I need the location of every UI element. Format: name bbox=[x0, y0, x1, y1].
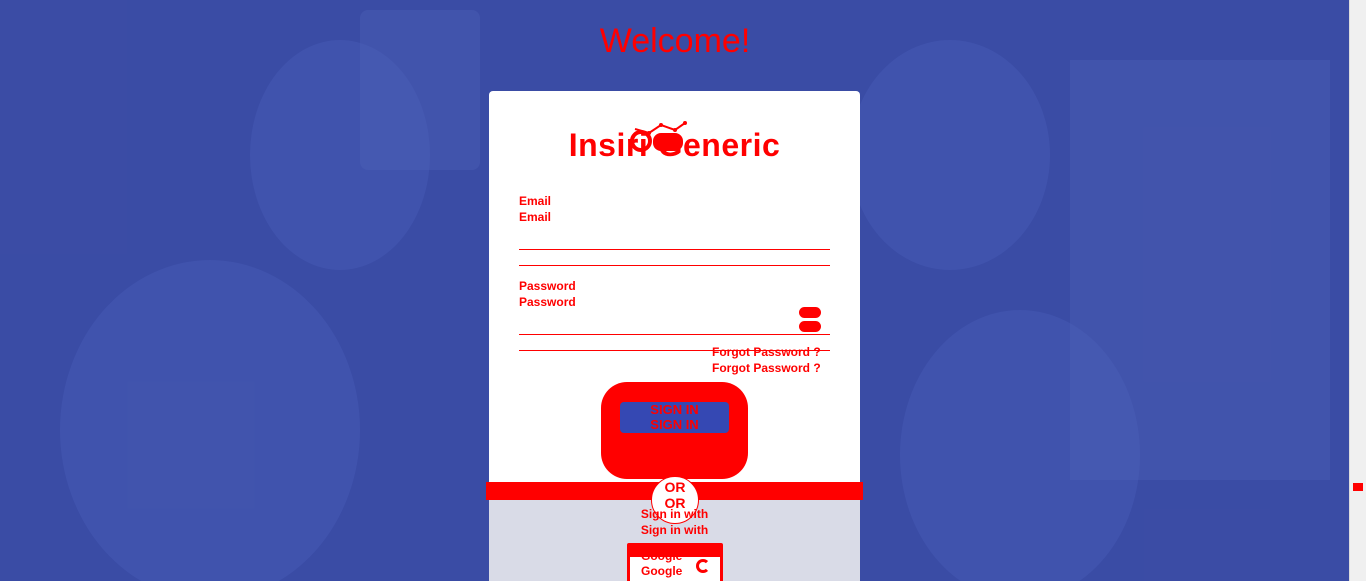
welcome-heading: Welcome! bbox=[599, 22, 751, 60]
forgot-password-link-duplicate[interactable]: Forgot Password ? bbox=[712, 360, 821, 376]
sign-in-button-wrapper[interactable]: SIGN IN SIGN IN bbox=[601, 382, 748, 479]
sign-in-button[interactable]: SIGN IN SIGN IN bbox=[620, 402, 729, 433]
email-input[interactable] bbox=[519, 231, 830, 250]
sign-in-with-label: Sign in with bbox=[640, 507, 709, 521]
sign-in-with-label-duplicate: Sign in with bbox=[640, 523, 709, 537]
scrollbar-thumb[interactable] bbox=[1353, 483, 1363, 491]
google-g-icon bbox=[696, 559, 710, 573]
email-label: Email bbox=[519, 194, 552, 208]
sign-in-label: SIGN IN bbox=[650, 402, 699, 417]
login-page: Welcome! Insiri Generic Email Email Pass… bbox=[0, 0, 1366, 581]
google-button-face[interactable]: Google Google bbox=[630, 549, 720, 581]
forgot-password-link[interactable]: Forgot Password ? bbox=[712, 344, 821, 360]
background-person-3 bbox=[850, 40, 1050, 270]
page-scrollbar[interactable] bbox=[1349, 0, 1366, 581]
google-sign-in-button[interactable]: Google Google bbox=[627, 543, 723, 581]
or-label: OR bbox=[664, 479, 686, 495]
eye-icon[interactable] bbox=[799, 307, 821, 335]
brand-logo: Insiri Generic bbox=[489, 119, 860, 167]
password-underline bbox=[519, 334, 830, 335]
sign-in-label-duplicate: SIGN IN bbox=[650, 417, 699, 432]
chart-line-icon bbox=[630, 121, 687, 152]
email-underline bbox=[519, 265, 830, 266]
password-label-duplicate: Password bbox=[519, 295, 576, 309]
password-label: Password bbox=[519, 279, 576, 293]
eye-icon-top bbox=[799, 307, 821, 318]
background-person-1 bbox=[60, 260, 360, 581]
eye-icon-bottom bbox=[799, 321, 821, 332]
password-input[interactable] bbox=[519, 316, 794, 335]
google-label: Google bbox=[641, 549, 683, 563]
background-window bbox=[1070, 60, 1330, 480]
email-label-duplicate: Email bbox=[519, 210, 552, 224]
google-label-duplicate: Google bbox=[641, 564, 683, 578]
